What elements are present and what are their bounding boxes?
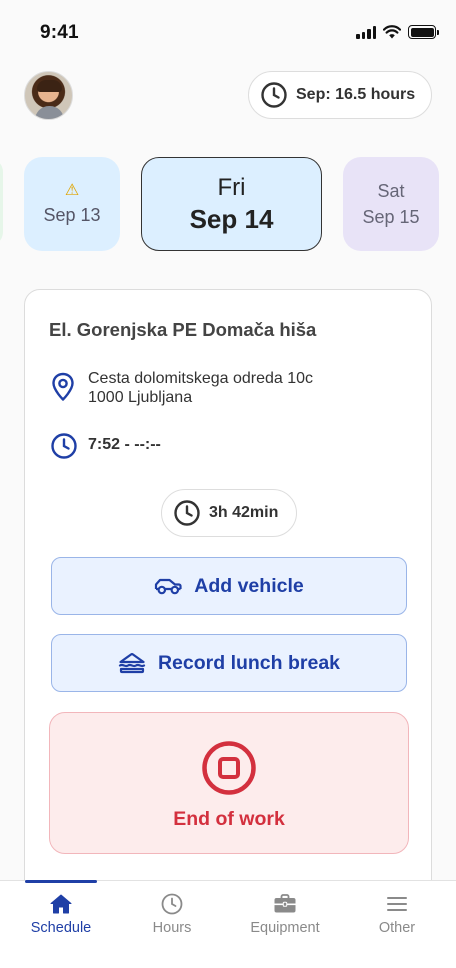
toolbox-icon xyxy=(274,894,296,913)
job-card: El. Gorenjska PE Domača hiša Cesta dolom… xyxy=(24,289,432,909)
tab-label: Other xyxy=(378,920,416,936)
tab-equipment[interactable]: Equipment xyxy=(228,881,342,951)
home-icon xyxy=(50,894,72,914)
clock-icon xyxy=(161,893,183,915)
warning-icon: ⚠ xyxy=(64,181,80,199)
sandwich-icon xyxy=(118,653,146,674)
duration-label: 3h 42min xyxy=(209,504,279,521)
clock-icon xyxy=(51,433,77,459)
signal-icon xyxy=(356,25,376,39)
clock-icon xyxy=(261,82,287,108)
clock-icon xyxy=(174,500,200,526)
stop-icon xyxy=(202,741,256,795)
bottom-tab-bar: Schedule Hours Equipment Other xyxy=(0,880,456,968)
end-of-work-button[interactable]: End of work xyxy=(49,712,409,854)
day-date: Sep 15 xyxy=(362,207,420,227)
day-card-sep-13[interactable]: ⚠ Sep 13 xyxy=(24,157,120,251)
menu-icon xyxy=(387,897,407,911)
monthly-hours-pill[interactable]: Sep: 16.5 hours xyxy=(248,71,432,119)
tab-hours[interactable]: Hours xyxy=(115,881,229,951)
day-card-sep-14[interactable]: Fri Sep 14 xyxy=(141,157,322,251)
wifi-icon xyxy=(383,25,401,39)
address-line2: 1000 Ljubljana xyxy=(88,389,193,406)
location-pin-icon xyxy=(52,372,74,401)
battery-icon xyxy=(408,25,439,39)
duration-pill: 3h 42min xyxy=(161,489,297,537)
job-time-range: 7:52 - --:-- xyxy=(88,436,161,453)
job-title: El. Gorenjska PE Domača hiša xyxy=(49,319,317,340)
day-card-sep-15[interactable]: Sat Sep 15 xyxy=(343,157,439,251)
tab-label: Hours xyxy=(152,920,192,936)
record-lunch-break-label: Record lunch break xyxy=(157,651,341,674)
day-name: Sat xyxy=(377,181,405,201)
tab-label: Equipment xyxy=(250,920,320,936)
status-time: 9:41 xyxy=(40,22,79,43)
status-icons xyxy=(356,25,439,39)
status-bar: 9:41 xyxy=(0,0,456,64)
tab-schedule[interactable]: Schedule xyxy=(4,881,118,951)
end-of-work-label: End of work xyxy=(173,808,285,830)
record-lunch-break-button[interactable]: Record lunch break xyxy=(51,634,407,692)
day-date: Sep 14 xyxy=(189,204,274,234)
tab-other[interactable]: Other xyxy=(340,881,454,951)
job-address: Cesta dolomitskega odreda 10c 1000 Ljubl… xyxy=(88,369,313,407)
avatar[interactable] xyxy=(24,71,73,120)
monthly-hours-label: Sep: 16.5 hours xyxy=(296,86,416,103)
day-date: Sep 13 xyxy=(43,204,101,225)
day-card-previous[interactable] xyxy=(0,158,3,246)
car-icon xyxy=(155,578,182,595)
address-line1: Cesta dolomitskega odreda 10c xyxy=(88,370,314,387)
add-vehicle-button[interactable]: Add vehicle xyxy=(51,557,407,615)
day-name: Fri xyxy=(217,174,246,201)
tab-label: Schedule xyxy=(30,920,92,936)
add-vehicle-label: Add vehicle xyxy=(194,574,304,597)
